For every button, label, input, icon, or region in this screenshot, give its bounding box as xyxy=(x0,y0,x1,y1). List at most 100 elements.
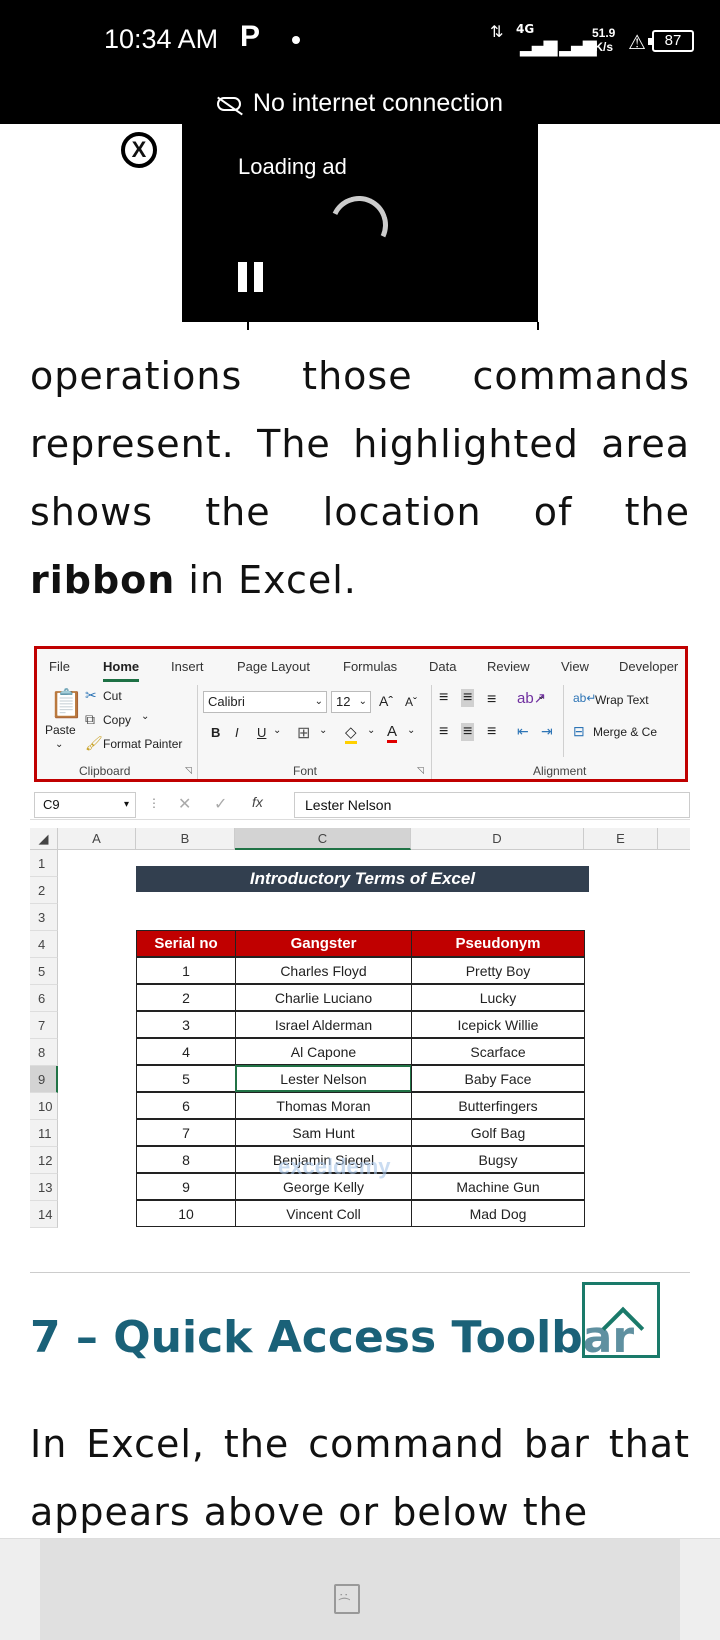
wrap-text-label: Wrap Text xyxy=(595,693,649,707)
row-header: 4 xyxy=(30,931,58,958)
ribbon-tabs: File Home Insert Page Layout Formulas Da… xyxy=(37,649,685,682)
tab-home: Home xyxy=(103,659,140,682)
shrink-font-icon: Aˇ xyxy=(405,695,417,709)
font-size-box: 12 ⌄ xyxy=(331,691,371,713)
tab-insert: Insert xyxy=(171,659,204,674)
bold-term: ribbon xyxy=(30,558,176,602)
wrap-text-icon: ab↵ xyxy=(573,691,597,705)
table-cell: Charles Floyd xyxy=(235,957,412,984)
close-ad-button[interactable]: X xyxy=(121,132,157,168)
pause-icon[interactable] xyxy=(238,262,264,292)
row-header: 13 xyxy=(30,1174,58,1201)
row-header: 6 xyxy=(30,985,58,1012)
font-name-box: Calibri ⌄ xyxy=(203,691,327,713)
no-internet-banner: No internet connection xyxy=(0,82,720,124)
table-cell: 9 xyxy=(136,1173,236,1200)
table-cell: Lucky xyxy=(411,984,585,1011)
table-cell: Machine Gun xyxy=(411,1173,585,1200)
table-header: Serial no xyxy=(136,930,236,957)
signal-strength-icon: ▂▄▆ ▂▄▆ xyxy=(520,36,597,57)
row-header: 10 xyxy=(30,1093,58,1120)
network-speed: 51.9 K/s xyxy=(592,26,616,54)
copy-icon: ⧉ xyxy=(85,711,95,727)
select-all-corner: ◢ xyxy=(30,828,58,850)
status-bar: 10:34 AM P ⇅ 4G ▂▄▆ ▂▄▆ 51.9 K/s ⚠ 87 xyxy=(0,0,720,82)
tab-file: File xyxy=(49,659,70,674)
table-cell: Israel Alderman xyxy=(235,1011,412,1038)
table-cell: Vincent Coll xyxy=(235,1200,412,1227)
tab-data: Data xyxy=(429,659,457,674)
underline-dropdown-icon: ⌄ xyxy=(273,725,282,736)
table-cell: Icepick Willie xyxy=(411,1011,585,1038)
section-heading: 7 – Quick Access Toolbar xyxy=(30,1312,635,1363)
tab-formulas: Formulas xyxy=(343,659,398,674)
exceldemy-watermark: exceldemy xyxy=(278,1154,391,1179)
column-header: A xyxy=(58,828,136,850)
font-color-icon: A xyxy=(387,723,398,743)
table-cell: Butterfingers xyxy=(411,1092,585,1119)
ribbon-separator xyxy=(431,685,432,779)
table-header: Gangster xyxy=(235,930,412,957)
notification-dot-icon xyxy=(292,36,300,44)
no-internet-text: No internet connection xyxy=(252,89,504,117)
function-icon: fx xyxy=(252,794,263,810)
excel-ribbon: File Home Insert Page Layout Formulas Da… xyxy=(34,646,688,782)
ad-edge-mark xyxy=(247,322,249,330)
tab-page-layout: Page Layout xyxy=(237,659,311,674)
formula-bar: C9 ▾ ⋮ ✕ ✓ fx Lester Nelson xyxy=(30,790,690,820)
alignment-group-label: Alignment xyxy=(533,764,587,778)
bottom-ad-banner[interactable] xyxy=(0,1538,720,1640)
underline-icon: U xyxy=(257,725,267,740)
excel-screenshot: File Home Insert Page Layout Formulas Da… xyxy=(30,644,690,1244)
table-cell: 1 xyxy=(136,957,236,984)
status-time: 10:34 AM xyxy=(104,24,219,54)
article-paragraph: In Excel, the command bar that appears a… xyxy=(30,1422,690,1534)
paste-dropdown-icon: ⌄ xyxy=(55,739,64,750)
broken-ad-icon xyxy=(334,1584,360,1614)
article-paragraph: operations those commands represent. The… xyxy=(30,354,690,602)
decrease-indent-icon: ⇤ xyxy=(517,723,529,739)
fill-color-icon: ◇ xyxy=(345,723,357,744)
table-cell: Pretty Boy xyxy=(411,957,585,984)
table-cell: 7 xyxy=(136,1119,236,1146)
row-header: 11 xyxy=(30,1120,58,1147)
column-header: B xyxy=(136,828,235,850)
table-cell: Thomas Moran xyxy=(235,1092,412,1119)
column-header: D xyxy=(411,828,584,850)
table-cell: 8 xyxy=(136,1146,236,1173)
merge-icon: ⊟ xyxy=(573,723,585,739)
cancel-icon: ✕ xyxy=(178,796,192,813)
cut-label: Cut xyxy=(103,689,122,703)
column-header: C xyxy=(235,828,411,850)
orientation-dropdown-icon: ⌄ xyxy=(537,691,546,702)
column-header: E xyxy=(584,828,658,850)
borders-icon: ⊞ xyxy=(297,725,311,742)
scroll-to-top-button[interactable] xyxy=(582,1282,660,1358)
tab-view: View xyxy=(561,659,589,674)
battery-icon: 87 xyxy=(648,30,694,52)
video-ad[interactable]: Loading ad xyxy=(182,124,538,322)
tab-developer: Developer xyxy=(619,659,679,674)
table-cell: Bugsy xyxy=(411,1146,585,1173)
format-painter-label: Format Painter xyxy=(103,737,183,751)
borders-dropdown-icon: ⌄ xyxy=(319,725,328,736)
row-header: 9 xyxy=(30,1066,58,1093)
copy-label: Copy xyxy=(103,713,132,727)
lab-flask-icon: ⚠ xyxy=(628,30,646,54)
cut-icon: ✂ xyxy=(85,687,97,703)
confirm-icon: ✓ xyxy=(214,796,228,813)
name-box: C9 ▾ xyxy=(34,792,136,818)
copy-dropdown-icon: ⌄ xyxy=(141,711,150,722)
table-cell: 6 xyxy=(136,1092,236,1119)
table-cell: Charlie Luciano xyxy=(235,984,412,1011)
row-header: 12 xyxy=(30,1147,58,1174)
align-left-icon: ≡ xyxy=(439,723,449,740)
more-dots-icon: ⋮ xyxy=(148,796,160,810)
column-headers: ◢ A B C D E xyxy=(30,828,690,850)
bottom-align-icon: ≡ xyxy=(487,691,497,708)
paste-icon: 📋 xyxy=(49,688,84,719)
row-header: 7 xyxy=(30,1012,58,1039)
row-header: 14 xyxy=(30,1201,58,1228)
parking-app-icon: P xyxy=(240,20,261,53)
row-header: 8 xyxy=(30,1039,58,1066)
